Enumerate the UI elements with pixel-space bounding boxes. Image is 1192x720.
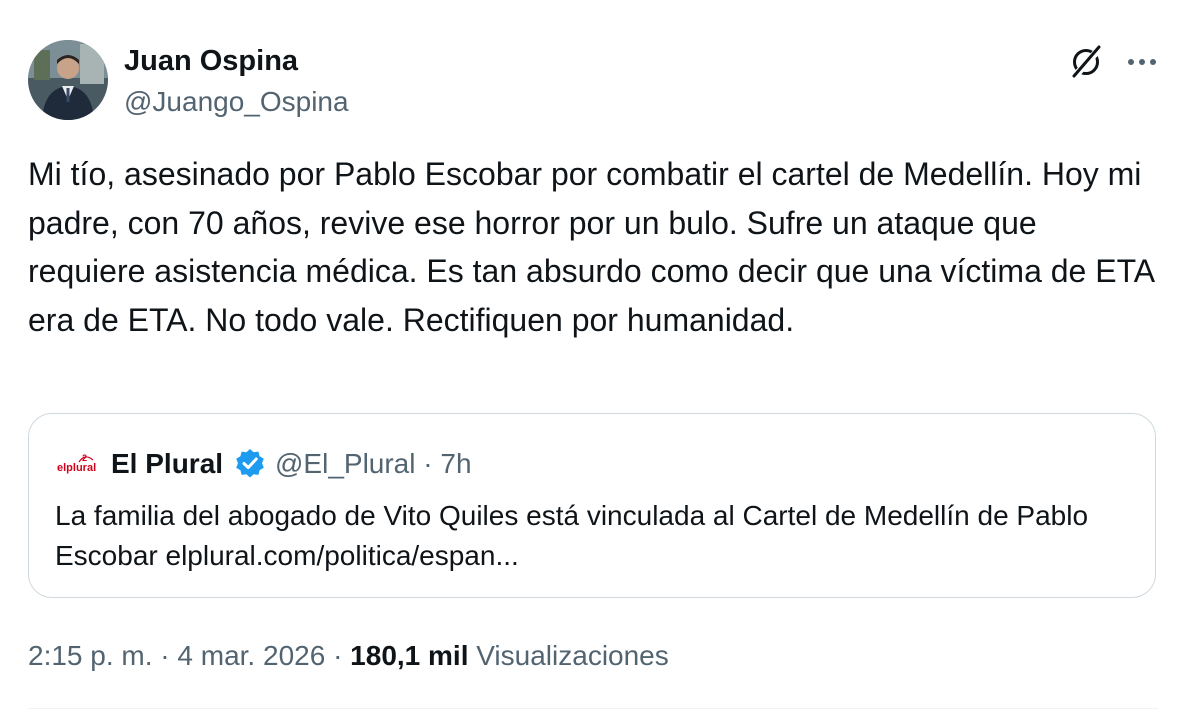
quoted-time[interactable]: 7h — [440, 448, 471, 479]
more-options-icon[interactable] — [1122, 44, 1162, 80]
divider — [28, 708, 1158, 709]
quoted-avatar-logo: elplural 2 — [55, 451, 99, 475]
tweet-meta-row: 2:15 p. m. · 4 mar. 2026 · 180,1 mil Vis… — [28, 638, 669, 674]
author-handle[interactable]: @Juango_Ospina — [124, 85, 349, 119]
quoted-meta: @El_Plural · 7h — [275, 447, 472, 481]
tweet-time[interactable]: 2:15 p. m. — [28, 640, 153, 671]
grok-icon[interactable] — [1066, 42, 1106, 82]
quoted-author-name[interactable]: El Plural — [111, 447, 223, 481]
quoted-tweet-card[interactable]: elplural 2 El Plural @El_Plural · 7h La … — [28, 413, 1156, 598]
meta-separator: · — [160, 640, 170, 671]
meta-separator: · — [333, 640, 343, 671]
svg-text:elplural: elplural — [57, 462, 96, 474]
tweet-text: Mi tío, asesinado por Pablo Escobar por … — [28, 156, 1154, 338]
quoted-handle[interactable]: @El_Plural — [275, 448, 415, 479]
verified-badge-icon — [233, 447, 267, 481]
quoted-tweet-text: La familia del abogado de Vito Quiles es… — [55, 500, 1089, 571]
author-display-name[interactable]: Juan Ospina — [124, 43, 298, 79]
avatar[interactable] — [28, 40, 108, 120]
views-count: 180,1 mil — [350, 640, 469, 671]
avatar-photo — [28, 40, 108, 120]
tweet-date[interactable]: 4 mar. 2026 — [177, 640, 325, 671]
quoted-separator: · — [423, 448, 433, 479]
views-label: Visualizaciones — [476, 640, 669, 671]
